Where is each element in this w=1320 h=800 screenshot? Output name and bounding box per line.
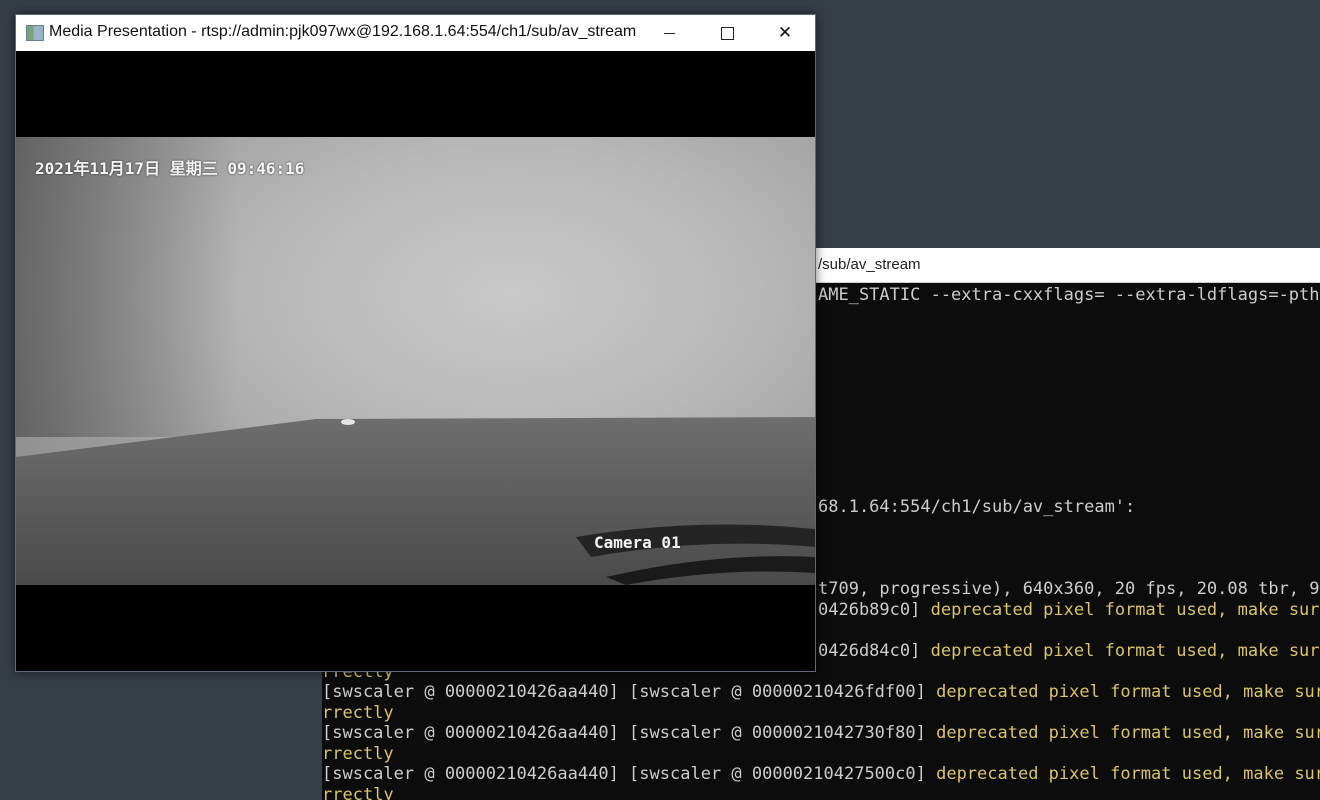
- close-icon: ✕: [777, 23, 793, 43]
- console-text: t709, progressive), 640x360, 20 fps, 20.…: [818, 579, 1320, 599]
- console-warning-text: deprecated pixel format used, make sure: [936, 682, 1320, 702]
- window-title: Media Presentation - rtsp://admin:pjk097…: [49, 23, 637, 40]
- close-button[interactable]: ✕: [756, 15, 814, 51]
- app-icon: [26, 25, 44, 41]
- console-warning-text: rrectly: [322, 703, 394, 723]
- console-warning-text: deprecated pixel format used, make sure: [930, 641, 1320, 661]
- media-presentation-window[interactable]: Media Presentation - rtsp://admin:pjk097…: [15, 14, 816, 672]
- video-frame: 2021年11月17日 星期三 09:46:16 Camera 01: [16, 137, 815, 585]
- console-text: [swscaler @ 00000210426aa440] [swscaler …: [322, 682, 937, 702]
- console-line: [swscaler @ 00000210426aa440] [swscaler …: [322, 764, 1320, 784]
- console-line: 68.1.64:554/ch1/sub/av_stream':: [818, 497, 1135, 517]
- media-titlebar[interactable]: Media Presentation - rtsp://admin:pjk097…: [16, 15, 815, 51]
- console-text: 0426d84c0]: [818, 641, 931, 661]
- maximize-icon: [720, 26, 734, 40]
- console-text: [swscaler @ 00000210426aa440] [swscaler …: [322, 764, 937, 784]
- console-line: AME_STATIC --extra-cxxflags= --extra-ldf…: [818, 285, 1320, 305]
- console-line: rrectly: [322, 785, 394, 800]
- console-line: [swscaler @ 00000210426aa440] [swscaler …: [322, 682, 1320, 702]
- console-title: /sub/av_stream: [818, 256, 921, 273]
- console-line: rrectly: [322, 744, 394, 764]
- maximize-button[interactable]: [698, 15, 756, 51]
- minimize-button[interactable]: [640, 15, 698, 51]
- console-text: [swscaler @ 00000210426aa440] [swscaler …: [322, 723, 937, 743]
- osd-datetime: 2021年11月17日 星期三 09:46:16: [35, 159, 305, 178]
- console-line: 0426b89c0] deprecated pixel format used,…: [818, 600, 1320, 620]
- console-warning-text: deprecated pixel format used, make sure: [930, 600, 1320, 620]
- osd-camera-label: Camera 01: [594, 533, 681, 552]
- console-warning-text: rrectly: [322, 744, 394, 764]
- console-text: 0426b89c0]: [818, 600, 931, 620]
- console-line: rrectly: [322, 703, 394, 723]
- console-line: 0426d84c0] deprecated pixel format used,…: [818, 641, 1320, 661]
- console-text: 68.1.64:554/ch1/sub/av_stream':: [818, 497, 1136, 517]
- console-text: AME_STATIC --extra-cxxflags= --extra-ldf…: [818, 285, 1320, 305]
- console-line: [swscaler @ 00000210426aa440] [swscaler …: [322, 723, 1320, 743]
- console-warning-text: deprecated pixel format used, make sure: [936, 723, 1320, 743]
- minimize-icon: [663, 32, 675, 34]
- console-line: t709, progressive), 640x360, 20 fps, 20.…: [818, 579, 1320, 599]
- video-scene: [16, 417, 815, 585]
- console-warning-text: deprecated pixel format used, make sure: [936, 764, 1320, 784]
- console-warning-text: rrectly: [322, 785, 394, 800]
